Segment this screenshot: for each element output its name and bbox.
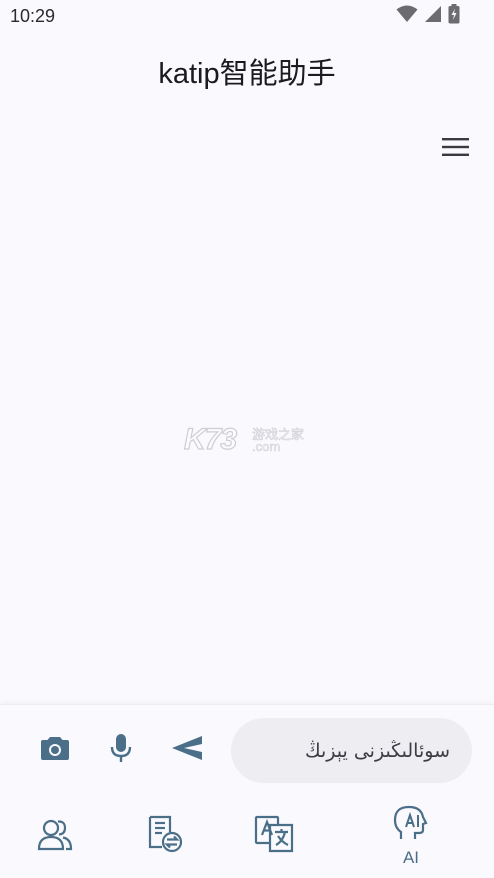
- ai-assistant-icon: [393, 805, 429, 846]
- camera-button[interactable]: [34, 729, 76, 771]
- watermark-logo: K73 游戏之家 .com: [180, 420, 320, 460]
- translate-icon: [254, 815, 294, 858]
- contacts-icon: [37, 816, 73, 857]
- camera-icon: [40, 735, 70, 766]
- battery-charging-icon: [448, 3, 460, 29]
- document-convert-icon: [145, 815, 183, 858]
- page-title: katip智能助手: [158, 58, 336, 90]
- send-button[interactable]: [164, 729, 210, 771]
- bottom-navigation: AI: [0, 794, 494, 878]
- nav-item-contacts[interactable]: [20, 794, 90, 878]
- signal-icon: [424, 5, 442, 28]
- hamburger-menu-icon: [441, 137, 469, 162]
- microphone-button[interactable]: [100, 729, 142, 771]
- message-input[interactable]: [231, 718, 472, 783]
- status-bar: 10:29: [0, 0, 494, 34]
- send-icon: [171, 735, 203, 766]
- nav-item-ai[interactable]: AI: [376, 794, 446, 878]
- watermark-logo-text: K73: [183, 422, 237, 456]
- menu-button[interactable]: [432, 131, 478, 167]
- nav-item-document-convert[interactable]: [129, 794, 199, 878]
- nav-item-translate[interactable]: [239, 794, 309, 878]
- input-bar: [0, 704, 494, 794]
- wifi-icon: [396, 5, 418, 28]
- status-icons: [396, 3, 460, 29]
- status-time: 10:29: [10, 6, 56, 26]
- microphone-icon: [109, 733, 133, 768]
- watermark-domain: .com: [252, 439, 281, 455]
- nav-item-ai-label: AI: [402, 847, 420, 867]
